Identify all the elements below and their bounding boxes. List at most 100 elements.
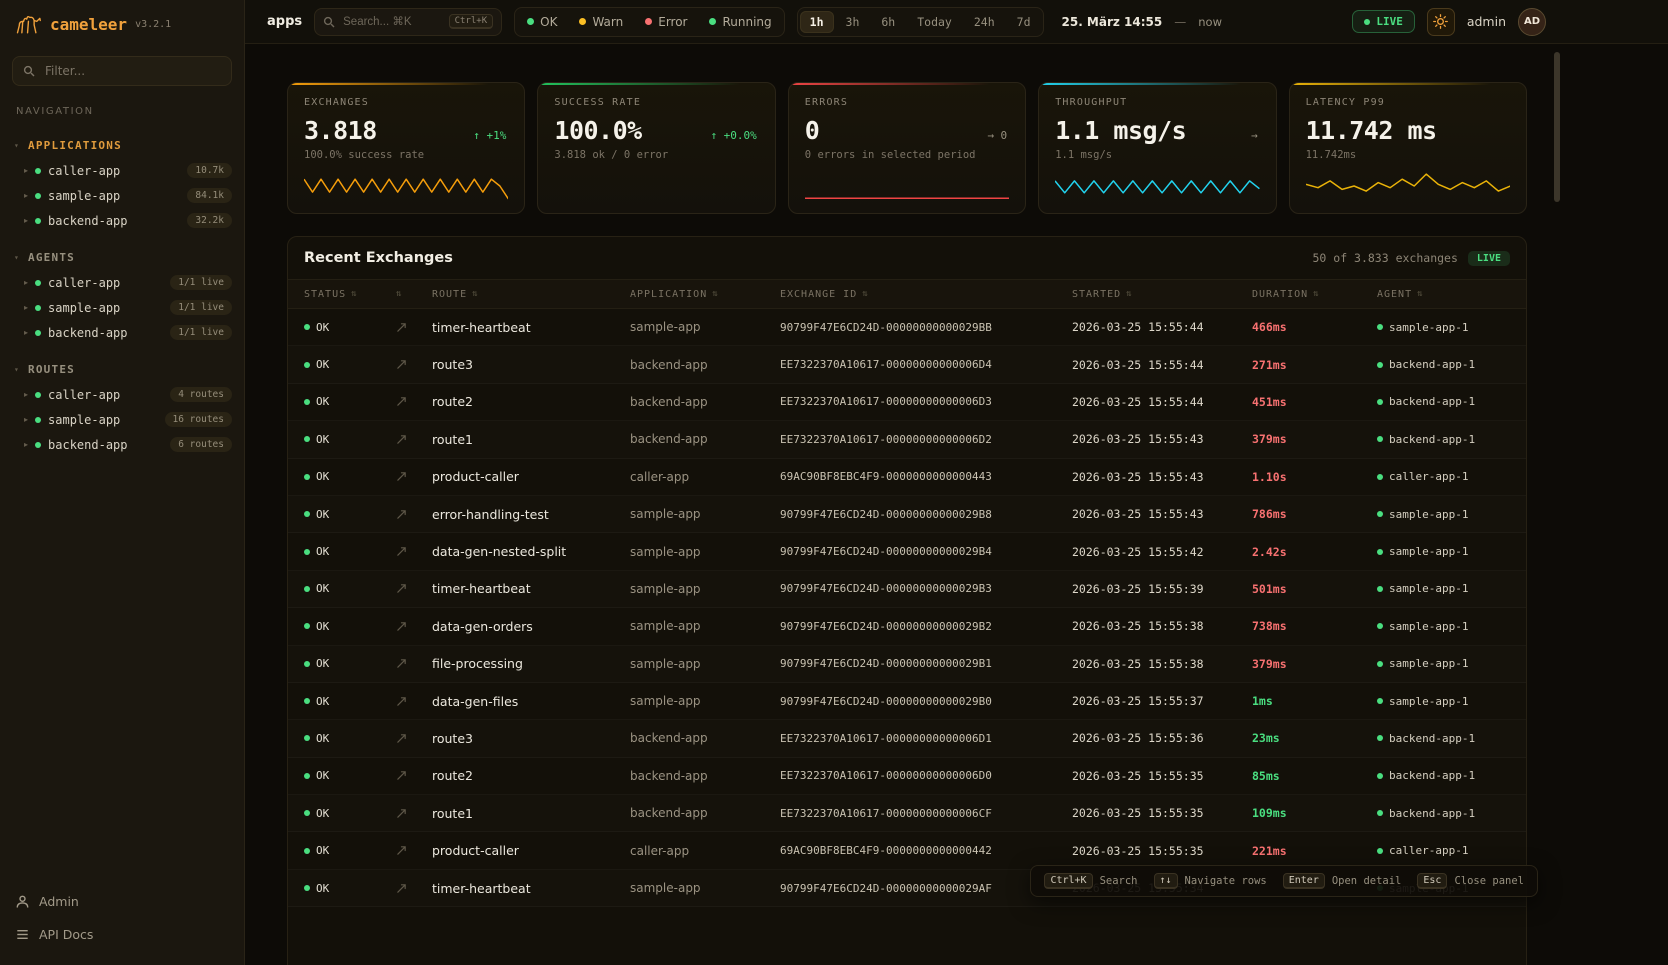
nav-item-backend-app[interactable]: ▸backend-app32.2k	[0, 208, 244, 233]
nav-section-header-applications[interactable]: ▾APPLICATIONS	[0, 133, 244, 158]
status-filter-warn[interactable]: Warn	[569, 11, 633, 33]
status-ok-dot	[304, 549, 310, 555]
status-text: OK	[316, 844, 329, 857]
stat-card-throughput[interactable]: THROUGHPUT1.1 msg/s→1.1 msg/s	[1038, 82, 1276, 214]
column-header-route[interactable]: ROUTE⇅	[424, 289, 622, 300]
topbar-right: LIVE admin AD	[1352, 8, 1546, 36]
time-range-1h[interactable]: 1h	[800, 11, 834, 33]
stat-card-latency-p99[interactable]: LATENCY P9911.742 ms11.742ms	[1289, 82, 1527, 214]
agent-health-dot	[1377, 324, 1383, 330]
column-header-route-icon[interactable]: ⇅	[388, 289, 424, 299]
cameleer-logo[interactable]: cameleer v3.2.1	[0, 0, 244, 48]
exchange-row[interactable]: OKroute1backend-appEE7322370A10617-00000…	[288, 421, 1526, 458]
exchange-row[interactable]: OKdata-gen-orderssample-app90799F47E6CD2…	[288, 608, 1526, 645]
column-header-duration[interactable]: DURATION⇅	[1244, 289, 1369, 300]
exchange-row[interactable]: OKroute2backend-appEE7322370A10617-00000…	[288, 384, 1526, 421]
exchange-row[interactable]: OKerror-handling-testsample-app90799F47E…	[288, 496, 1526, 533]
status-ok-dot	[304, 586, 310, 592]
status-filter-running[interactable]: Running	[699, 11, 781, 33]
health-dot	[35, 168, 41, 174]
nav-item-backend-app[interactable]: ▸backend-app6 routes	[0, 432, 244, 457]
stat-card-success-rate[interactable]: SUCCESS RATE100.0%↑ +0.0%3.818 ok / 0 er…	[537, 82, 775, 214]
sidebar-footer-api-docs[interactable]: API Docs	[0, 918, 244, 951]
nav-item-sample-app[interactable]: ▸sample-app84.1k	[0, 183, 244, 208]
stat-title: THROUGHPUT	[1055, 97, 1259, 108]
column-header-started[interactable]: STARTED⇅	[1064, 289, 1244, 300]
nav-item-caller-app[interactable]: ▸caller-app1/1 live	[0, 270, 244, 295]
column-header-exchange-id[interactable]: EXCHANGE ID⇅	[772, 289, 1064, 300]
route-name: route1	[424, 432, 622, 447]
time-range-6h[interactable]: 6h	[871, 11, 905, 33]
status-dot	[709, 18, 716, 25]
status-filter-ok[interactable]: OK	[517, 11, 567, 33]
agent-health-dot	[1377, 362, 1383, 368]
exchange-row[interactable]: OKroute1backend-appEE7322370A10617-00000…	[288, 795, 1526, 832]
route-name: timer-heartbeat	[424, 320, 622, 335]
exchange-id: 90799F47E6CD24D-00000000000029B0	[772, 695, 1064, 708]
started-timestamp: 2026-03-25 15:55:44	[1064, 358, 1244, 372]
exchange-row[interactable]: OKroute2backend-appEE7322370A10617-00000…	[288, 758, 1526, 795]
stat-card-errors[interactable]: ERRORS0→ 00 errors in selected period	[788, 82, 1026, 214]
status-filter-error[interactable]: Error	[635, 11, 697, 33]
live-toggle[interactable]: LIVE	[1352, 10, 1415, 33]
route-name: timer-heartbeat	[424, 581, 622, 596]
time-range-today[interactable]: Today	[907, 11, 962, 33]
exchange-row[interactable]: OKtimer-heartbeatsample-app90799F47E6CD2…	[288, 309, 1526, 346]
time-range-7d[interactable]: 7d	[1007, 11, 1041, 33]
avatar[interactable]: AD	[1518, 8, 1546, 36]
scrollbar-thumb[interactable]	[1554, 52, 1560, 202]
nav-item-badge: 1/1 live	[170, 325, 232, 340]
route-link-icon	[396, 770, 407, 781]
exchange-id: 90799F47E6CD24D-00000000000029B3	[772, 582, 1064, 595]
filter-input[interactable]	[43, 63, 221, 79]
table-header-row: STATUS⇅⇅ROUTE⇅APPLICATION⇅EXCHANGE ID⇅ST…	[288, 279, 1526, 309]
panel-live-badge[interactable]: LIVE	[1468, 251, 1510, 266]
nav-item-backend-app[interactable]: ▸backend-app1/1 live	[0, 320, 244, 345]
time-range-3h[interactable]: 3h	[836, 11, 870, 33]
route-link-icon	[396, 845, 407, 856]
range-end-label: now	[1198, 15, 1222, 29]
column-header-agent[interactable]: AGENT⇅	[1369, 289, 1526, 300]
nav-item-label: backend-app	[48, 438, 127, 452]
route-name: product-caller	[424, 469, 622, 484]
theme-toggle-button[interactable]	[1427, 8, 1455, 36]
started-timestamp: 2026-03-25 15:55:43	[1064, 470, 1244, 484]
exchange-row[interactable]: OKtimer-heartbeatsample-app90799F47E6CD2…	[288, 571, 1526, 608]
nav-section-header-agents[interactable]: ▾AGENTS	[0, 245, 244, 270]
exchange-row[interactable]: OKdata-gen-nested-splitsample-app90799F4…	[288, 533, 1526, 570]
exchange-row[interactable]: OKdata-gen-filessample-app90799F47E6CD24…	[288, 683, 1526, 720]
nav-item-sample-app[interactable]: ▸sample-app1/1 live	[0, 295, 244, 320]
stat-card-exchanges[interactable]: EXCHANGES3.818↑ +1%100.0% success rate	[287, 82, 525, 214]
time-range-24h[interactable]: 24h	[964, 11, 1005, 33]
hint-key: ↑↓	[1154, 873, 1178, 889]
column-header-application[interactable]: APPLICATION⇅	[622, 289, 772, 300]
status-ok-dot	[304, 362, 310, 368]
status-ok-dot	[304, 773, 310, 779]
nav-item-caller-app[interactable]: ▸caller-app10.7k	[0, 158, 244, 183]
route-name: data-gen-orders	[424, 619, 622, 634]
route-name: route3	[424, 731, 622, 746]
nav-item-caller-app[interactable]: ▸caller-app4 routes	[0, 382, 244, 407]
keyboard-hint: Ctrl+KSearch	[1044, 873, 1137, 889]
exchange-row[interactable]: OKproduct-callercaller-app69AC90BF8EBC4F…	[288, 459, 1526, 496]
admin-icon	[16, 895, 29, 908]
user-name: admin	[1467, 14, 1506, 29]
route-link-icon	[396, 471, 407, 482]
sidebar-footer-admin[interactable]: Admin	[0, 885, 244, 918]
sidebar-filter[interactable]	[12, 56, 232, 86]
sparkline	[1306, 169, 1510, 203]
hint-key: Ctrl+K	[1044, 873, 1092, 889]
exchange-row[interactable]: OKfile-processingsample-app90799F47E6CD2…	[288, 646, 1526, 683]
status-text: OK	[316, 807, 329, 820]
search-input[interactable]	[341, 15, 442, 29]
nav-item-sample-app[interactable]: ▸sample-app16 routes	[0, 407, 244, 432]
column-header-status[interactable]: STATUS⇅	[288, 289, 388, 300]
nav-section-header-routes[interactable]: ▾ROUTES	[0, 357, 244, 382]
card-accent-bar	[538, 83, 774, 85]
exchange-row[interactable]: OKroute3backend-appEE7322370A10617-00000…	[288, 720, 1526, 757]
duration: 1ms	[1244, 694, 1369, 708]
exchange-row[interactable]: OKroute3backend-appEE7322370A10617-00000…	[288, 346, 1526, 383]
exchange-id: EE7322370A10617-00000000000006D0	[772, 769, 1064, 782]
global-search[interactable]: Ctrl+K	[314, 8, 502, 36]
table-body: OKtimer-heartbeatsample-app90799F47E6CD2…	[288, 309, 1526, 907]
